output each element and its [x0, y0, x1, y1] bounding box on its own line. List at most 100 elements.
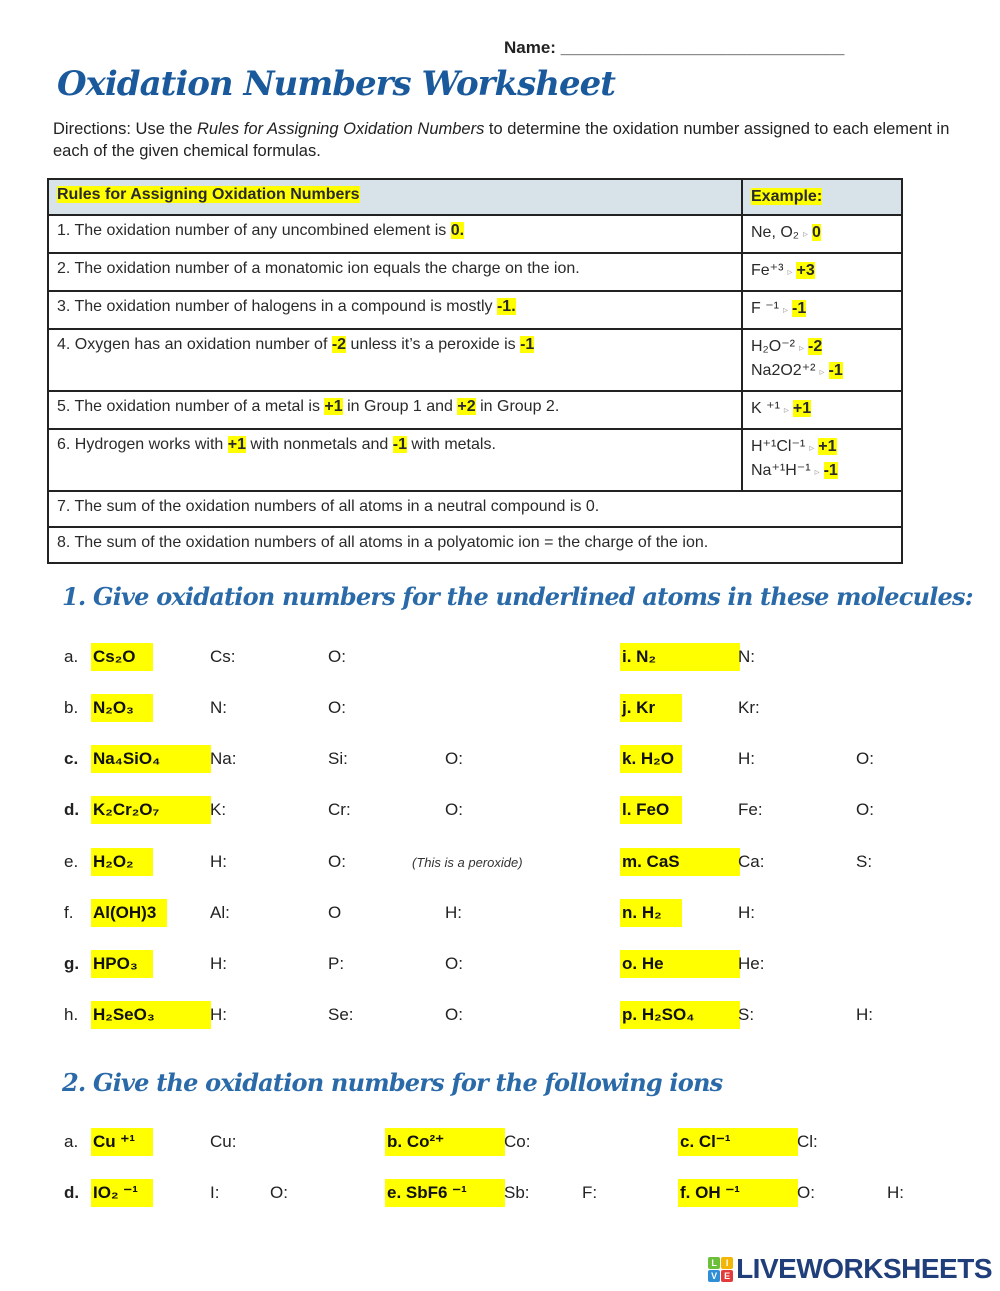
- rules-column-header: Rules for Assigning Oxidation Numbers: [47, 178, 743, 216]
- answer-field[interactable]: Cu:: [210, 1132, 236, 1152]
- answer-field[interactable]: S:: [738, 1005, 754, 1025]
- answer-field[interactable]: K:: [210, 800, 226, 820]
- example-line: H₂O⁻² ▹ -2: [751, 336, 893, 360]
- answer-field[interactable]: H:: [856, 1005, 873, 1025]
- arrow-icon: ▹: [783, 305, 789, 316]
- answer-field[interactable]: Na:: [210, 749, 236, 769]
- answer-field[interactable]: O:: [445, 954, 463, 974]
- answer-field[interactable]: Cs:: [210, 647, 236, 667]
- question-formula: o. He: [620, 950, 740, 978]
- answer-field[interactable]: H:: [445, 903, 462, 923]
- rule-example: H₂O⁻² ▹ -2 Na2O2⁺² ▹ -1: [741, 328, 903, 392]
- example-formula: Fe⁺³: [751, 262, 784, 279]
- rule-text-pre: 7. The sum of the oxidation numbers of a…: [57, 498, 600, 515]
- question-formula: H₂O₂: [91, 848, 153, 876]
- example-formula: H⁺¹Cl⁻¹: [751, 438, 806, 455]
- answer-field[interactable]: O:: [797, 1183, 815, 1203]
- answer-field[interactable]: H:: [887, 1183, 904, 1203]
- name-blank[interactable]: ______________________________: [561, 38, 845, 57]
- answer-field[interactable]: Se:: [328, 1005, 354, 1025]
- rule-text-mid: unless it’s a peroxide is: [346, 336, 521, 353]
- directions-italic: Rules for Assigning Oxidation Numbers: [196, 120, 485, 138]
- example-line: K ⁺¹ ▹ +1: [751, 398, 893, 422]
- rules-header-row: Rules for Assigning Oxidation Numbers Ex…: [47, 178, 903, 216]
- answer-field[interactable]: Al:: [210, 903, 230, 923]
- answer-field[interactable]: O:: [328, 852, 346, 872]
- rule-row: 3. The oxidation number of halogens in a…: [47, 290, 903, 330]
- answer-field[interactable]: P:: [328, 954, 344, 974]
- rule-text: 7. The sum of the oxidation numbers of a…: [47, 490, 903, 528]
- example-line: Na2O2⁺² ▹ -1: [751, 360, 893, 384]
- answer-field[interactable]: O: [328, 903, 341, 923]
- answer-field[interactable]: H:: [738, 749, 755, 769]
- answer-field[interactable]: O:: [445, 1005, 463, 1025]
- answer-field[interactable]: Cr:: [328, 800, 351, 820]
- logo-tile: L: [708, 1256, 721, 1269]
- question-formula: n. H₂: [620, 899, 682, 927]
- answer-field[interactable]: O:: [328, 647, 346, 667]
- name-label: Name:: [504, 38, 561, 57]
- rule-text: 6. Hydrogen works with +1 with nonmetals…: [47, 428, 743, 492]
- question-formula: e. SbF6 ⁻¹: [385, 1179, 505, 1207]
- answer-field[interactable]: O:: [270, 1183, 288, 1203]
- answer-field[interactable]: H:: [738, 903, 755, 923]
- name-field[interactable]: Name: ______________________________: [504, 38, 844, 58]
- arrow-icon: ▹: [809, 443, 815, 454]
- rule-highlight: +1: [227, 436, 246, 453]
- example-value: +3: [796, 262, 815, 279]
- rule-example: F ⁻¹ ▹ -1: [741, 290, 903, 330]
- answer-field[interactable]: Co:: [504, 1132, 530, 1152]
- question-label: e.: [64, 852, 79, 871]
- rule-example: Fe⁺³ ▹ +3: [741, 252, 903, 292]
- answer-field[interactable]: N:: [738, 647, 755, 667]
- answer-field[interactable]: O:: [445, 800, 463, 820]
- answer-field[interactable]: O:: [856, 800, 874, 820]
- arrow-icon: ▹: [787, 267, 793, 278]
- question-formula: p. H₂SO₄: [620, 1001, 740, 1029]
- example-value: +1: [792, 400, 812, 417]
- answer-field[interactable]: H:: [210, 954, 227, 974]
- rule-row: 7. The sum of the oxidation numbers of a…: [47, 490, 903, 528]
- question-label: a.: [64, 1132, 79, 1151]
- example-formula: Na⁺¹H⁻¹: [751, 462, 811, 479]
- example-formula: H₂O⁻²: [751, 338, 795, 355]
- answer-field[interactable]: S:: [856, 852, 872, 872]
- answer-field[interactable]: F:: [582, 1183, 597, 1203]
- section2-title: 2. Give the oxidation numbers for the fo…: [62, 1068, 723, 1097]
- answer-field[interactable]: N:: [210, 698, 227, 718]
- answer-field[interactable]: Si:: [328, 749, 348, 769]
- answer-field[interactable]: Cl:: [797, 1132, 818, 1152]
- question-label: b.: [64, 698, 79, 717]
- example-formula: K ⁺¹: [751, 400, 780, 417]
- example-formula: F ⁻¹: [751, 300, 779, 317]
- rule-text-mid: in Group 1 and: [342, 398, 458, 415]
- rule-example: H⁺¹Cl⁻¹ ▹ +1 Na⁺¹H⁻¹ ▹ -1: [741, 428, 903, 492]
- answer-field[interactable]: O:: [856, 749, 874, 769]
- question-formula: b. Co²⁺: [385, 1128, 505, 1156]
- rule-example: K ⁺¹ ▹ +1: [741, 390, 903, 430]
- page-title: Oxidation Numbers Worksheet: [57, 64, 616, 104]
- answer-field[interactable]: Ca:: [738, 852, 764, 872]
- answer-field[interactable]: Sb:: [504, 1183, 530, 1203]
- answer-field[interactable]: H:: [210, 1005, 227, 1025]
- logo-tile: V: [708, 1269, 721, 1282]
- question-formula: Na₄SiO₄: [91, 745, 211, 773]
- example-line: Na⁺¹H⁻¹ ▹ -1: [751, 460, 893, 484]
- answer-field[interactable]: Fe:: [738, 800, 763, 820]
- example-value: -1: [823, 462, 838, 479]
- question-label: d.: [64, 1183, 80, 1202]
- rule-highlight: 0.: [450, 222, 465, 239]
- rule-highlight: -1: [520, 336, 535, 353]
- arrow-icon: ▹: [798, 343, 805, 354]
- example-column-header: Example:: [741, 178, 903, 216]
- arrow-icon: ▹: [819, 367, 825, 378]
- answer-field[interactable]: O:: [445, 749, 463, 769]
- question-formula: i. N₂: [620, 643, 740, 671]
- answer-field[interactable]: Kr:: [738, 698, 760, 718]
- answer-field[interactable]: I:: [210, 1183, 219, 1203]
- arrow-icon: ▹: [814, 467, 820, 478]
- answer-field[interactable]: H:: [210, 852, 227, 872]
- answer-field[interactable]: O:: [328, 698, 346, 718]
- answer-field[interactable]: He:: [738, 954, 764, 974]
- logo-tile: I: [721, 1256, 734, 1269]
